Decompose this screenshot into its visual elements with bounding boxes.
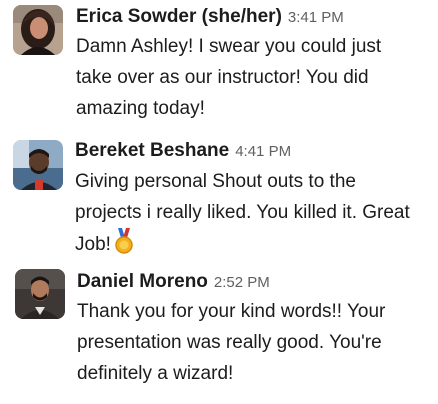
message-header: Daniel Moreno 2:52 PM [77,268,270,297]
avatar[interactable] [15,269,65,319]
message-line: Damn Ashley! I swear you could just [76,36,382,57]
message-text: Giving personal Shout outs to the projec… [75,166,410,264]
message-item: Erica Sowder (she/her) 3:41 PM Damn Ashle… [0,0,438,125]
avatar[interactable] [13,5,63,55]
message-line: definitely a wizard! [77,363,234,384]
timestamp[interactable]: 2:52 PM [214,274,270,291]
author-name[interactable]: Erica Sowder (she/her) [76,6,282,27]
author-name[interactable]: Bereket Beshane [75,140,229,161]
message-item: Daniel Moreno 2:52 PM Thank you for your … [0,262,438,402]
message-line: Giving personal Shout outs to the [75,171,356,192]
message-item: Bereket Beshane 4:41 PM Giving personal S… [0,130,438,258]
author-name[interactable]: Daniel Moreno [77,271,208,292]
avatar[interactable] [13,140,63,190]
message-line: amazing today! [76,98,205,119]
message-line: Job! [75,234,111,255]
message-line: presentation was really good. You're [77,332,382,353]
timestamp[interactable]: 3:41 PM [288,9,344,26]
timestamp[interactable]: 4:41 PM [235,143,291,160]
message-text: Damn Ashley! I swear you could just take… [76,31,381,124]
message-line-with-emoji: Job! [75,228,410,264]
message-line: Thank you for your kind words!! Your [77,301,386,322]
message-line: take over as our instructor! You did [76,67,369,88]
message-header: Bereket Beshane 4:41 PM [75,137,291,166]
message-header: Erica Sowder (she/her) 3:41 PM [76,3,344,32]
message-line: projects i really liked. You killed it. … [75,202,410,223]
message-text: Thank you for your kind words!! Your pre… [77,296,385,389]
medal-icon [114,228,134,264]
